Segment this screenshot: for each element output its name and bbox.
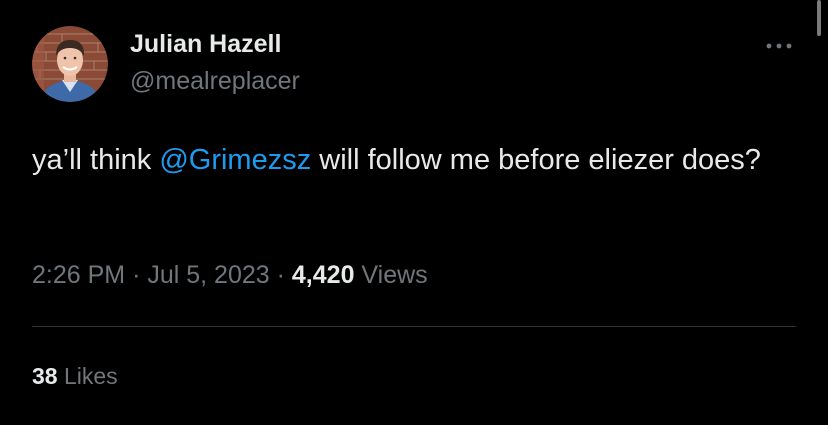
profile-photo-icon [32,26,108,102]
divider [32,326,796,327]
meta-separator: · [276,261,285,289]
views-label: Views [361,261,428,289]
avatar[interactable] [32,26,108,102]
tweet-text-after: will follow me before eliezer does? [311,144,761,176]
author-block: Julian Hazell @mealreplacer [130,28,300,97]
likes-link[interactable]: 38 Likes [32,360,118,392]
meta-separator: · [132,261,141,289]
more-options-button[interactable] [762,36,798,56]
likes-label: Likes [63,363,118,389]
tweet-date[interactable]: Jul 5, 2023 [147,261,269,289]
likes-count: 38 [32,363,58,389]
author-handle[interactable]: @mealreplacer [130,65,300,97]
author-display-name[interactable]: Julian Hazell [130,28,300,60]
tweet-text-before: ya’ll think [32,144,160,176]
scrollbar-thumb[interactable] [817,0,821,36]
mention-link[interactable]: @Grimezsz [159,144,311,176]
more-horizontal-icon [766,43,792,49]
tweet-meta: 2:26 PM · Jul 5, 2023 · 4,420 Views [32,258,428,292]
tweet-time[interactable]: 2:26 PM [32,261,125,289]
tweet-text: ya’ll think @Grimezsz will follow me bef… [32,140,792,180]
views-count: 4,420 [291,261,355,289]
